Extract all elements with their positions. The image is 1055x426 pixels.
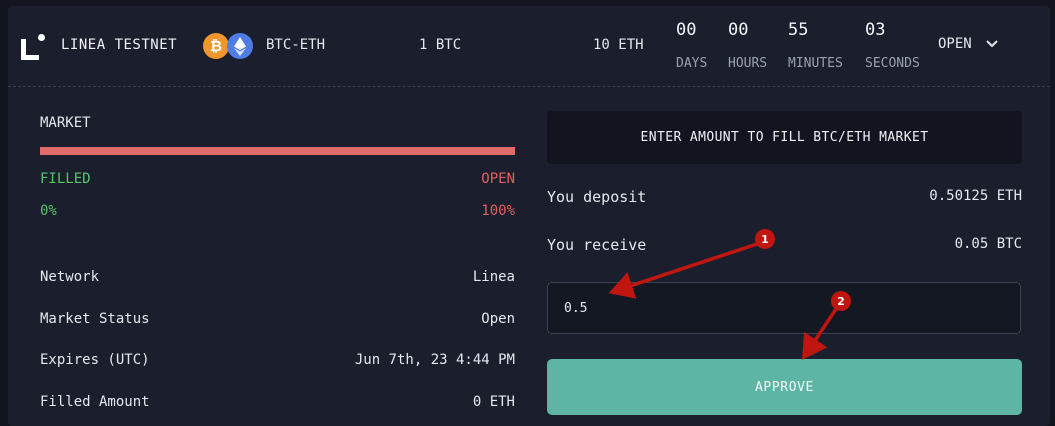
detail-value: Open xyxy=(481,311,515,327)
countdown-hours-label: HOURS xyxy=(728,56,768,71)
detail-value: Linea xyxy=(472,269,515,285)
countdown-minutes-label: MINUTES xyxy=(788,56,843,71)
header-divider xyxy=(8,86,1050,87)
fill-prompt: ENTER AMOUNT TO FILL BTC/ETH MARKET xyxy=(547,111,1022,164)
receive-label: You receive xyxy=(547,236,647,254)
countdown-minutes: 55 MINUTES xyxy=(788,20,843,71)
market-title: MARKET xyxy=(40,115,91,131)
ethereum-icon xyxy=(227,33,253,59)
eth-amount: 10 ETH xyxy=(593,37,644,53)
deposit-row: You deposit 0.50125 ETH xyxy=(547,188,1022,206)
btc-amount: 1 BTC xyxy=(419,37,462,53)
filled-label: FILLED xyxy=(40,171,91,187)
open-label: OPEN xyxy=(481,171,515,187)
countdown-minutes-value: 55 xyxy=(788,20,809,40)
countdown-seconds-label: SECONDS xyxy=(865,56,920,71)
receive-row: You receive 0.05 BTC xyxy=(547,236,1022,254)
countdown-days-value: 00 xyxy=(676,20,697,40)
countdown-days: 00 DAYS xyxy=(676,20,707,71)
countdown-hours-value: 00 xyxy=(728,20,749,40)
bitcoin-icon: ₿ xyxy=(203,33,229,59)
detail-label: Market Status xyxy=(40,311,150,327)
chevron-down-icon xyxy=(986,36,998,52)
status-dropdown-label: OPEN xyxy=(938,36,972,52)
receive-value: 0.05 BTC xyxy=(954,236,1022,252)
deposit-label: You deposit xyxy=(547,188,647,206)
deposit-value: 0.50125 ETH xyxy=(929,188,1022,204)
svg-text:₿: ₿ xyxy=(210,37,222,55)
countdown-seconds: 03 SECONDS xyxy=(865,20,920,71)
fill-progress-bar xyxy=(40,147,515,155)
market-panel: LINEA TESTNET ₿ BTC-ETH 1 BTC 10 ETH 00 … xyxy=(8,6,1050,426)
fill-status-labels: FILLED OPEN xyxy=(40,171,515,187)
amount-input[interactable] xyxy=(547,282,1021,334)
detail-label: Expires (UTC) xyxy=(40,352,150,368)
countdown-days-label: DAYS xyxy=(676,56,708,71)
fill-status-percentages: 0% 100% xyxy=(40,203,515,219)
detail-row-market-status: Market Status Open xyxy=(40,311,515,327)
countdown-hours: 00 HOURS xyxy=(728,20,767,71)
countdown-seconds-value: 03 xyxy=(865,20,886,40)
open-percent: 100% xyxy=(481,203,515,219)
detail-label: Filled Amount xyxy=(40,394,150,410)
pair-name: BTC-ETH xyxy=(266,37,326,53)
detail-row-expires: Expires (UTC) Jun 7th, 23 4:44 PM xyxy=(40,352,515,368)
detail-value: Jun 7th, 23 4:44 PM xyxy=(354,352,515,368)
network-name: LINEA TESTNET xyxy=(61,37,178,53)
detail-label: Network xyxy=(40,269,100,285)
linea-logo xyxy=(21,34,45,60)
filled-percent: 0% xyxy=(40,203,57,219)
detail-row-filled-amount: Filled Amount 0 ETH xyxy=(40,394,515,410)
approve-button[interactable]: APPROVE xyxy=(547,359,1022,415)
status-dropdown[interactable]: OPEN xyxy=(938,36,998,52)
detail-row-network: Network Linea xyxy=(40,269,515,285)
detail-value: 0 ETH xyxy=(472,394,515,410)
market-header: LINEA TESTNET ₿ BTC-ETH 1 BTC 10 ETH 00 … xyxy=(8,6,1050,86)
